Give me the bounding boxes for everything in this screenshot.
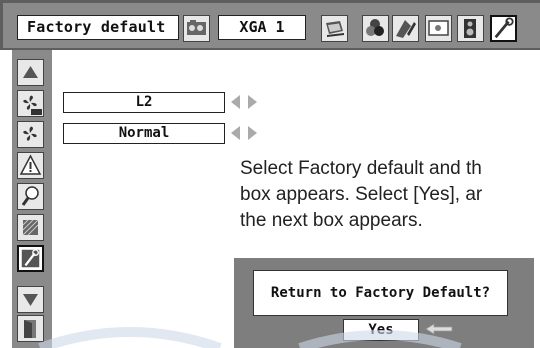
fan-icon[interactable]: [17, 121, 44, 148]
lamp-mode-field[interactable]: L2: [63, 92, 225, 113]
fan-mode-arrows-icon[interactable]: [230, 125, 258, 141]
warning-icon[interactable]: [17, 152, 44, 179]
exit-icon[interactable]: [17, 315, 44, 342]
pc-adjust-icon[interactable]: [321, 15, 348, 42]
arrow-up-icon[interactable]: [17, 59, 44, 86]
menu-title: Factory default: [17, 15, 179, 40]
instruction-line-1: Select Factory default and th: [240, 158, 482, 179]
filter-icon[interactable]: [17, 214, 44, 241]
lamp-mode-arrows-icon[interactable]: [230, 94, 258, 110]
screen-icon[interactable]: [392, 15, 419, 42]
lamp-icon[interactable]: [17, 183, 44, 210]
arrow-down-icon[interactable]: [17, 286, 44, 313]
yes-button[interactable]: Yes: [343, 319, 419, 341]
image-adjust-icon[interactable]: [183, 15, 210, 42]
color-icon[interactable]: [362, 15, 389, 42]
factory-default-icon[interactable]: [17, 245, 44, 272]
instruction-line-2: box appears. Select [Yes], ar: [240, 184, 483, 205]
pointer-arrow-icon: [425, 323, 453, 335]
instruction-text: Select Factory default and th box appear…: [240, 156, 540, 234]
input-mode-display: XGA 1: [218, 15, 306, 40]
setting-icon[interactable]: [425, 15, 452, 42]
dialog-prompt: Return to Factory Default?: [253, 270, 508, 316]
instruction-line-3: the next box appears.: [240, 210, 423, 231]
factory-default-tab-icon[interactable]: [490, 15, 517, 42]
fan-off-icon[interactable]: [17, 90, 44, 117]
fan-mode-field[interactable]: Normal: [63, 123, 225, 144]
sound-icon[interactable]: [457, 15, 484, 42]
